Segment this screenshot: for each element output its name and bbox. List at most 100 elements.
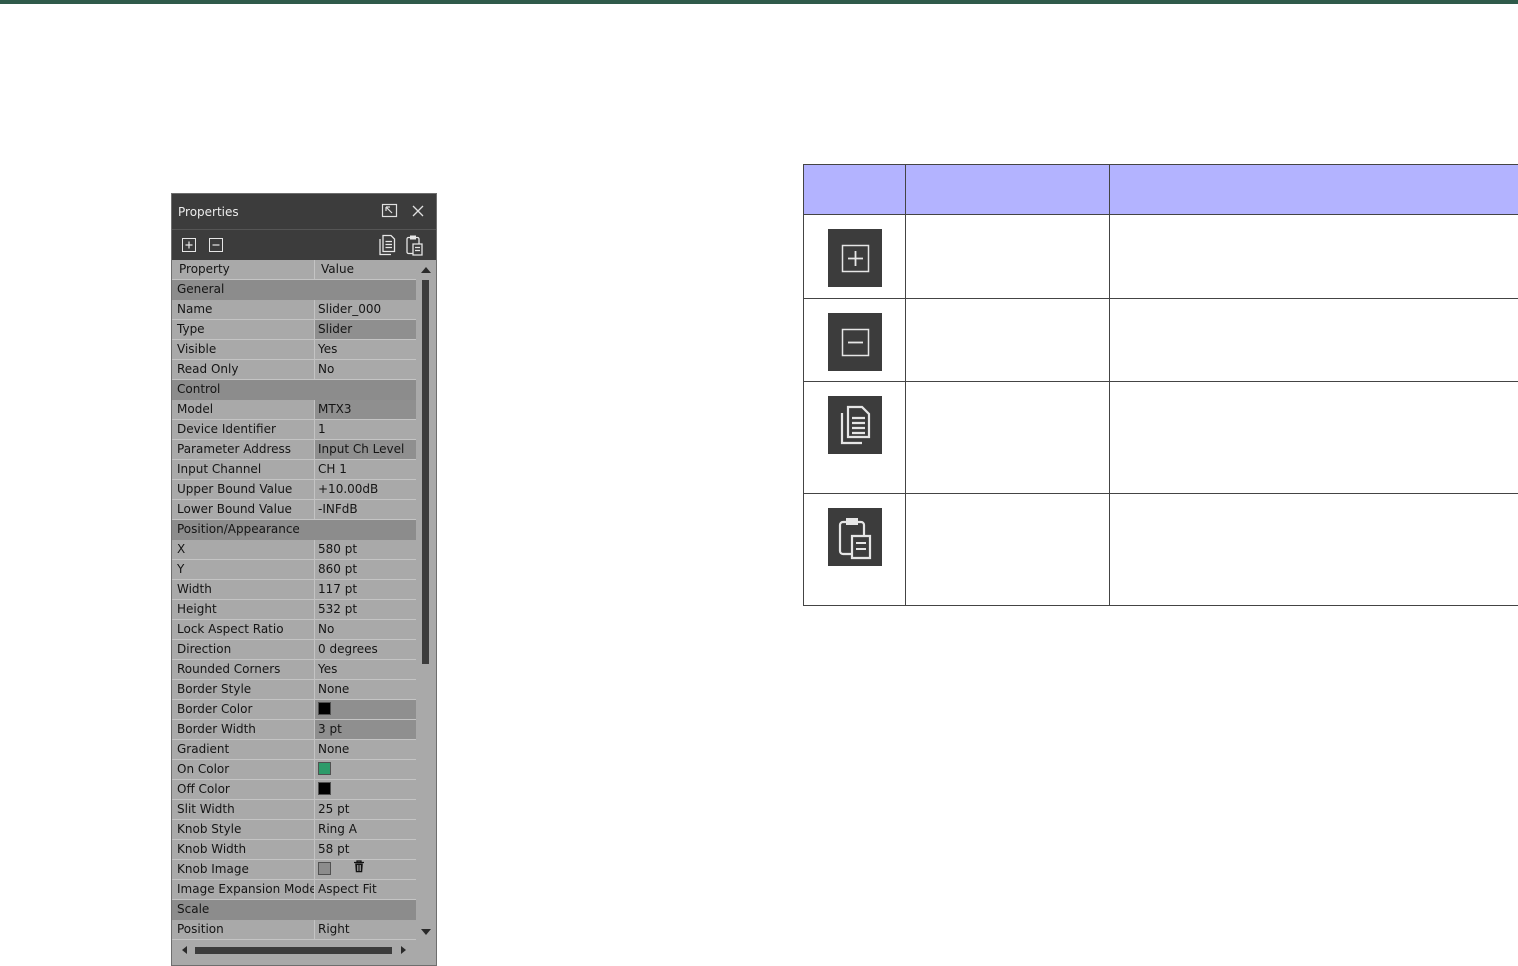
property-row-upper-bound-value[interactable]: Upper Bound Value +10.00dB [172,480,416,500]
property-value-color[interactable] [315,700,416,719]
property-label: Rounded Corners [172,660,315,679]
property-label: Parameter Address [172,440,315,459]
property-row-gradient[interactable]: Gradient None [172,740,416,760]
property-value[interactable]: None [315,740,416,759]
color-swatch[interactable] [318,862,331,875]
property-row-slit-width[interactable]: Slit Width 25 pt [172,800,416,820]
vertical-scroll-thumb[interactable] [422,280,429,664]
property-value[interactable]: 58 pt [315,840,416,859]
category-row-position-appearance[interactable]: Position/Appearance [172,520,416,540]
paste-icon[interactable] [405,234,423,256]
table-cell-name [905,214,1110,299]
property-row-read-only[interactable]: Read Only No [172,360,416,380]
category-row-scale[interactable]: Scale [172,900,416,920]
property-row-name[interactable]: Name Slider_000 [172,300,416,320]
scroll-right-arrow-icon[interactable] [401,946,406,954]
horizontal-scroll-thumb[interactable] [195,947,392,954]
scroll-left-arrow-icon[interactable] [182,946,187,954]
color-swatch[interactable] [318,702,331,715]
property-row-parameter-address[interactable]: Parameter Address Input Ch Level [172,440,416,460]
property-value[interactable]: MTX3 [315,400,416,419]
property-label: Border Width [172,720,315,739]
property-value[interactable]: 580 pt [315,540,416,559]
category-label: Position/Appearance [177,522,300,536]
category-label: General [177,282,225,296]
property-row-height[interactable]: Height 532 pt [172,600,416,620]
close-icon[interactable] [410,203,426,219]
property-row-knob-width[interactable]: Knob Width 58 pt [172,840,416,860]
property-row-visible[interactable]: Visible Yes [172,340,416,360]
property-row-type[interactable]: Type Slider [172,320,416,340]
property-row-border-color[interactable]: Border Color [172,700,416,720]
property-value[interactable]: 1 [315,420,416,439]
property-row-image-expansion-mode[interactable]: Image Expansion Mode Aspect Fit [172,880,416,900]
property-value[interactable]: 532 pt [315,600,416,619]
table-cell-description [1109,493,1518,606]
property-row-border-width[interactable]: Border Width 3 pt [172,720,416,740]
property-label: Off Color [172,780,315,799]
property-row-knob-style[interactable]: Knob Style Ring A [172,820,416,840]
property-row-rounded-corners[interactable]: Rounded Corners Yes [172,660,416,680]
table-row [803,381,1518,494]
property-value[interactable]: CH 1 [315,460,416,479]
property-row-knob-image[interactable]: Knob Image [172,860,416,880]
property-row-lower-bound-value[interactable]: Lower Bound Value -INFdB [172,500,416,520]
property-value[interactable]: 117 pt [315,580,416,599]
property-value-color[interactable] [315,780,416,799]
color-swatch[interactable] [318,782,331,795]
table-row [803,298,1518,382]
horizontal-scrollbar[interactable] [172,942,418,958]
property-row-y[interactable]: Y 860 pt [172,560,416,580]
property-value[interactable]: +10.00dB [315,480,416,499]
property-value[interactable]: Ring A [315,820,416,839]
property-value[interactable]: Aspect Fit [315,880,416,899]
color-swatch[interactable] [318,762,331,775]
collapse-all-icon[interactable] [208,237,224,253]
category-row-general[interactable]: General [172,280,416,300]
copy-icon [827,396,882,454]
trash-icon[interactable] [353,860,365,879]
copy-icon[interactable] [378,234,396,256]
property-value[interactable]: Slider [315,320,416,339]
property-row-device-identifier[interactable]: Device Identifier 1 [172,420,416,440]
category-row-control[interactable]: Control [172,380,416,400]
property-value-color[interactable] [315,760,416,779]
property-value[interactable]: -INFdB [315,500,416,519]
expand-all-icon[interactable] [181,237,197,253]
undock-icon[interactable] [381,203,399,219]
property-label: Model [172,400,315,419]
property-row-width[interactable]: Width 117 pt [172,580,416,600]
property-value[interactable]: 25 pt [315,800,416,819]
scroll-up-arrow-icon[interactable] [421,267,431,273]
property-value[interactable]: Input Ch Level [315,440,416,459]
property-value[interactable]: 3 pt [315,720,416,739]
property-label: Image Expansion Mode [172,880,315,899]
property-row-direction[interactable]: Direction 0 degrees [172,640,416,660]
property-value[interactable]: Slider_000 [315,300,416,319]
property-value[interactable]: 860 pt [315,560,416,579]
vertical-scrollbar[interactable] [418,260,434,940]
value-column-header[interactable]: Value [315,260,416,279]
property-value[interactable]: Right [315,920,416,939]
property-row-model[interactable]: Model MTX3 [172,400,416,420]
property-value[interactable]: Yes [315,340,416,359]
property-value[interactable]: Yes [315,660,416,679]
property-value[interactable]: No [315,620,416,639]
property-row-on-color[interactable]: On Color [172,760,416,780]
property-row-input-channel[interactable]: Input Channel CH 1 [172,460,416,480]
property-value[interactable]: No [315,360,416,379]
property-row-lock-aspect-ratio[interactable]: Lock Aspect Ratio No [172,620,416,640]
property-row-position[interactable]: Position Right [172,920,416,940]
property-value[interactable]: 0 degrees [315,640,416,659]
property-label: Visible [172,340,315,359]
property-value[interactable]: None [315,680,416,699]
property-row-border-style[interactable]: Border Style None [172,680,416,700]
toolbar-reference-table [803,164,1518,606]
property-label: Height [172,600,315,619]
property-column-header[interactable]: Property [172,260,315,279]
scroll-down-arrow-icon[interactable] [421,929,431,935]
property-row-x[interactable]: X 580 pt [172,540,416,560]
property-row-off-color[interactable]: Off Color [172,780,416,800]
property-value-color[interactable] [315,860,416,879]
table-cell-name [905,493,1110,606]
